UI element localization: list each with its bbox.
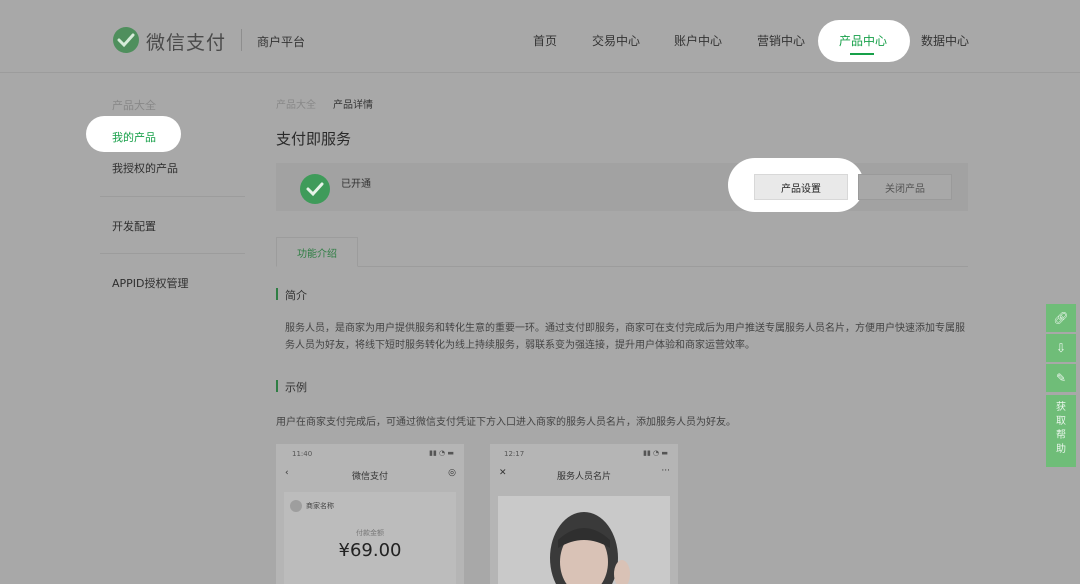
phone-time: 12:17 [504, 450, 525, 458]
section-marker [276, 288, 278, 300]
sidebar-divider [100, 196, 245, 197]
sidebar-item-dev-config[interactable]: 开发配置 [112, 218, 156, 234]
nav-account-center[interactable]: 账户中心 [674, 32, 722, 49]
example-title: 示例 [285, 381, 307, 394]
link-icon: 🔗︎ [1053, 311, 1069, 325]
status-text: 已开通 [341, 179, 371, 190]
sidebar-item-authorized-products[interactable]: 我授权的产品 [112, 160, 178, 176]
phone-screenshot-payment: 11:40 ▮▮ ◔ ▬ ‹ 微信支付 ◎ 商家名称 付款金额 ¥69.00 [276, 444, 464, 584]
staff-photo [498, 496, 670, 584]
feedback-button[interactable]: ✎ [1046, 364, 1076, 392]
download-button[interactable]: ⇩ [1046, 334, 1076, 362]
more-icon: ··· [661, 466, 670, 476]
breadcrumb-product-list[interactable]: 产品大全 [276, 96, 316, 111]
wechat-pay-logo-icon[interactable] [112, 26, 140, 54]
section-marker [276, 380, 278, 392]
platform-label: 商户平台 [257, 35, 306, 49]
example-text: 用户在商家支付完成后，可通过微信支付凭证下方入口进入商家的服务人员名片，添加服务… [276, 417, 736, 428]
sidebar-divider [100, 253, 245, 254]
link-button[interactable]: 🔗︎ [1046, 304, 1076, 332]
phone-title: 服务人员名片 [556, 472, 611, 482]
breadcrumb-product-detail: 产品详情 [333, 100, 373, 111]
check-circle-icon [300, 174, 330, 204]
close-product-button[interactable]: 关闭产品 [858, 174, 952, 200]
settings-icon: ◎ [448, 468, 456, 478]
nav-data-center[interactable]: 数据中心 [921, 32, 969, 49]
payment-card: 商家名称 付款金额 ¥69.00 [284, 492, 456, 584]
product-settings-button[interactable]: 产品设置 [754, 174, 848, 200]
intro-title: 简介 [285, 289, 307, 302]
nav-home[interactable]: 首页 [533, 32, 557, 49]
phone-status-bar: 11:40 ▮▮ ◔ ▬ [276, 444, 464, 462]
sidebar-group-title: 产品大全 [112, 99, 156, 112]
signal-battery-icon: ▮▮ ◔ ▬ [643, 449, 668, 457]
merchant-avatar [290, 500, 302, 512]
header-divider [241, 29, 242, 51]
help-label: 获取帮助 [1056, 402, 1066, 455]
phone-status-bar: 12:17 ▮▮ ◔ ▬ [490, 444, 678, 462]
phone-title: 微信支付 [351, 472, 388, 482]
phone-screenshot-staff-card: 12:17 ▮▮ ◔ ▬ ✕ 服务人员名片 ··· [490, 444, 678, 584]
logo-text[interactable]: 微信支付 [146, 28, 226, 55]
get-help-button[interactable]: 获取帮助 [1046, 395, 1076, 467]
phone-nav-bar: ✕ 服务人员名片 ··· [490, 462, 678, 488]
nav-marketing-center[interactable]: 营销中心 [757, 32, 805, 49]
download-icon: ⇩ [1055, 341, 1067, 355]
nav-trade-center[interactable]: 交易中心 [592, 32, 640, 49]
tab-features[interactable]: 功能介绍 [276, 237, 358, 267]
intro-text: 服务人员，是商家为用户提供服务和转化生意的重要一环。通过支付即服务，商家可在支付… [285, 323, 965, 351]
edit-icon: ✎ [1055, 371, 1067, 385]
sidebar-item-appid-auth[interactable]: APPID授权管理 [112, 275, 189, 291]
amount-label: 付款金额 [356, 529, 384, 537]
nav-product-center[interactable]: 产品中心 [839, 32, 887, 49]
amount-value: ¥69.00 [338, 540, 402, 561]
phone-nav-bar: ‹ 微信支付 ◎ [276, 462, 464, 488]
sidebar-item-my-products[interactable]: 我的产品 [112, 129, 156, 145]
page-title: 支付即服务 [276, 130, 352, 148]
merchant-name: 商家名称 [306, 502, 334, 510]
signal-battery-icon: ▮▮ ◔ ▬ [429, 449, 454, 457]
tab-line [276, 266, 968, 267]
staff-portrait-image [498, 496, 670, 584]
phone-time: 11:40 [292, 450, 313, 458]
nav-active-underline [850, 53, 874, 55]
